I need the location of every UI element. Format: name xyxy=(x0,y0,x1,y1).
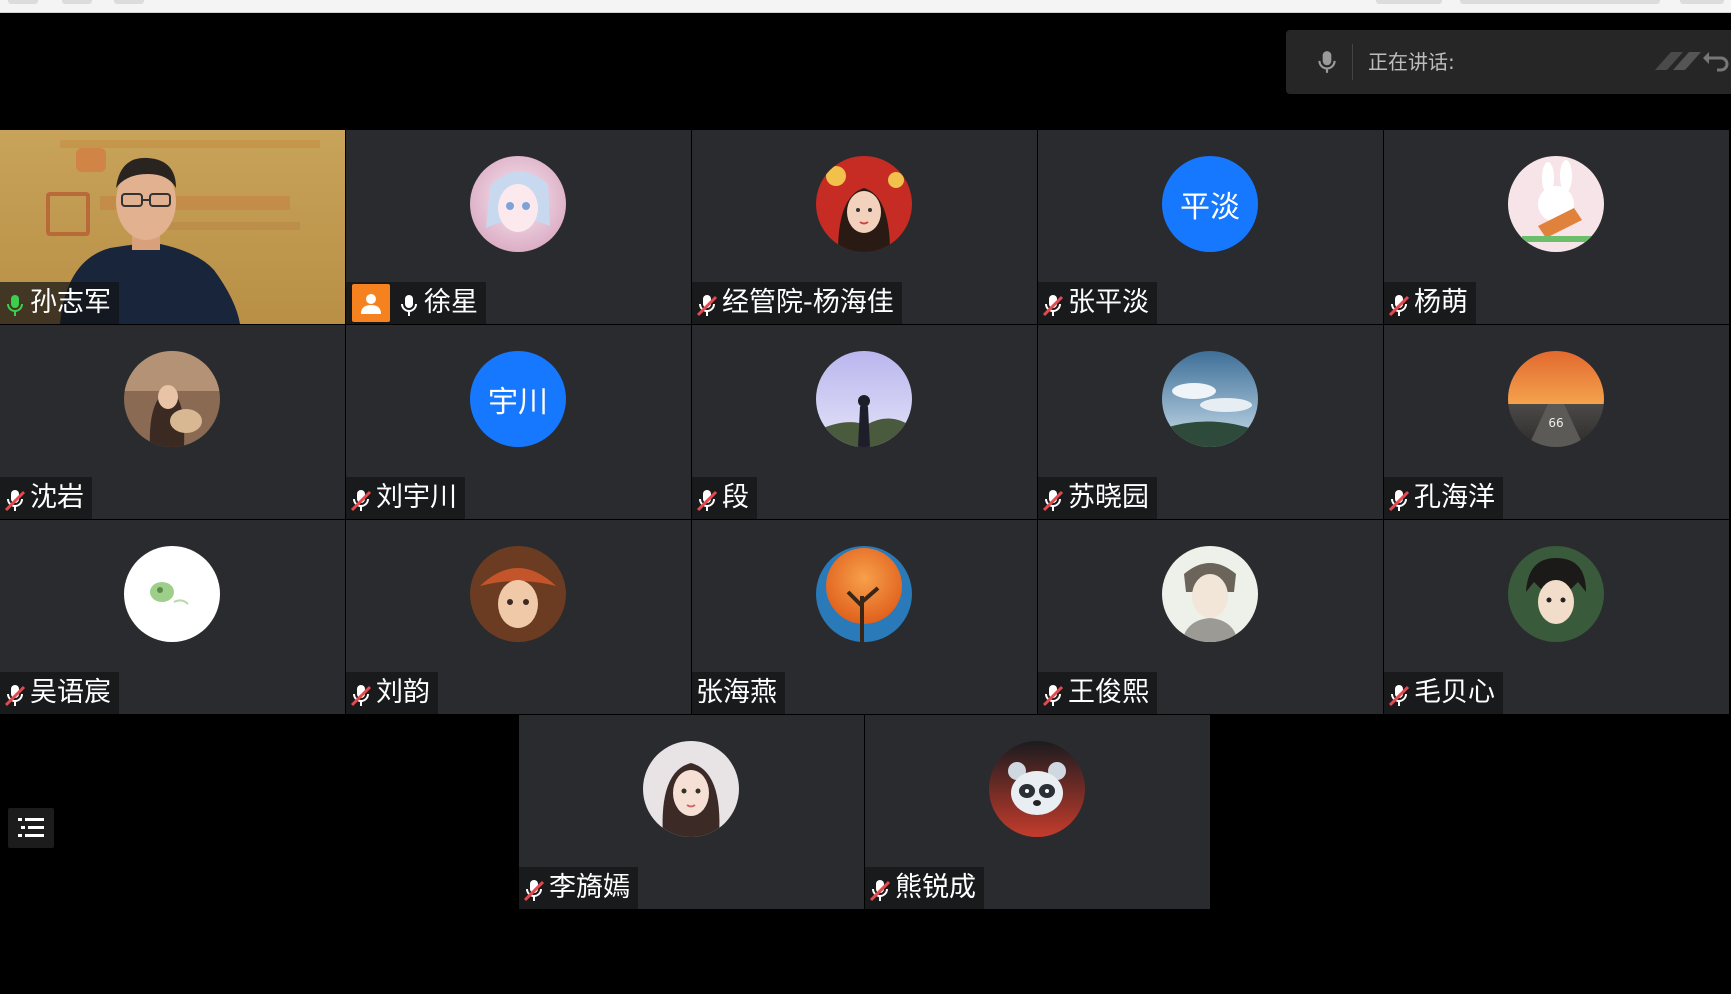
avatar xyxy=(1508,156,1604,252)
participant-name-tag: 段 xyxy=(692,477,757,519)
presenter-video-tile[interactable]: 孙志军 xyxy=(0,130,345,324)
participant-name: 刘宇川 xyxy=(376,482,457,513)
mic-muted-icon xyxy=(696,290,718,317)
avatar xyxy=(643,741,739,837)
avatar xyxy=(124,351,220,447)
participant-name: 王俊熙 xyxy=(1068,677,1149,708)
participant-name-tag: 毛贝心 xyxy=(1384,672,1503,714)
arrow-icon xyxy=(1655,52,1729,72)
participant-tile[interactable]: 苏晓园 xyxy=(1038,325,1383,519)
avatar xyxy=(816,156,912,252)
microphone-icon xyxy=(1318,51,1336,73)
avatar xyxy=(1162,351,1258,447)
avatar xyxy=(470,156,566,252)
speaking-label: 正在讲话: xyxy=(1368,50,1455,74)
participant-name-tag: 沈岩 xyxy=(0,477,92,519)
avatar: 宇川 xyxy=(470,351,566,447)
participant-name-tag: 杨萌 xyxy=(1384,282,1476,324)
participant-name: 杨萌 xyxy=(1414,287,1468,318)
participant-name: 孔海洋 xyxy=(1414,482,1495,513)
participant-tile[interactable]: 熊锐成 xyxy=(865,715,1210,909)
participant-name-tag: 王俊熙 xyxy=(1038,672,1157,714)
participant-name: 苏晓园 xyxy=(1068,482,1149,513)
mic-muted-icon xyxy=(1042,680,1064,707)
participant-name-tag: 李旖嫣 xyxy=(519,867,638,909)
participant-name-tag: 吴语宸 xyxy=(0,672,119,714)
participant-name-tag: 熊锐成 xyxy=(865,867,984,909)
meeting-window: 正在讲话: 孙志军 徐星 经管院-杨海佳 平淡 张平淡 杨萌 沈岩 宇川 刘宇川… xyxy=(0,0,1731,994)
participant-tile[interactable]: 徐星 xyxy=(346,130,691,324)
list-icon xyxy=(18,818,44,837)
participant-name-tag: 张平淡 xyxy=(1038,282,1157,324)
divider xyxy=(1352,44,1353,80)
mic-muted-icon xyxy=(4,680,26,707)
participant-name: 熊锐成 xyxy=(895,872,976,903)
participant-name: 张海燕 xyxy=(696,677,777,708)
participant-name-tag: 经管院-杨海佳 xyxy=(692,282,902,324)
avatar: 平淡 xyxy=(1162,156,1258,252)
avatar xyxy=(816,351,912,447)
mic-muted-icon xyxy=(4,485,26,512)
avatar xyxy=(470,546,566,642)
mic-speaking-icon xyxy=(4,290,26,316)
participant-tile[interactable]: 毛贝心 xyxy=(1384,520,1729,714)
participant-name-tag: 苏晓园 xyxy=(1038,477,1157,519)
participant-tile[interactable]: 宇川 刘宇川 xyxy=(346,325,691,519)
avatar: 66 xyxy=(1508,351,1604,447)
avatar xyxy=(1162,546,1258,642)
avatar xyxy=(124,546,220,642)
mic-muted-icon xyxy=(696,485,718,512)
participant-name: 毛贝心 xyxy=(1414,677,1495,708)
participant-name-tag: 徐星 xyxy=(346,282,486,324)
participant-tile[interactable]: 李旖嫣 xyxy=(519,715,864,909)
participant-tile[interactable]: 平淡 张平淡 xyxy=(1038,130,1383,324)
svg-text:66: 66 xyxy=(1548,416,1563,430)
participant-name-tag: 孔海洋 xyxy=(1384,477,1503,519)
mic-muted-icon xyxy=(1388,680,1410,707)
participant-name: 吴语宸 xyxy=(30,677,111,708)
mic-muted-icon xyxy=(869,875,891,902)
window-top-bar xyxy=(0,0,1731,13)
host-icon xyxy=(352,284,390,322)
mic-muted-icon xyxy=(1042,290,1064,317)
participant-tile[interactable]: 段 xyxy=(692,325,1037,519)
participant-tile[interactable]: 刘韵 xyxy=(346,520,691,714)
participant-name: 徐星 xyxy=(424,287,478,318)
participant-tile[interactable]: 杨萌 xyxy=(1384,130,1729,324)
mic-muted-icon xyxy=(350,680,372,707)
microphone-icon xyxy=(398,290,420,316)
mic-muted-icon xyxy=(1388,290,1410,317)
participant-tile[interactable]: 王俊熙 xyxy=(1038,520,1383,714)
participant-name: 李旖嫣 xyxy=(549,872,630,903)
participant-name: 沈岩 xyxy=(30,482,84,513)
speaking-indicator: 正在讲话: xyxy=(1286,30,1731,94)
avatar xyxy=(989,741,1085,837)
participant-name: 张平淡 xyxy=(1068,287,1149,318)
participant-tile[interactable]: 66 孔海洋 xyxy=(1384,325,1729,519)
participant-tile[interactable]: 吴语宸 xyxy=(0,520,345,714)
participant-tile[interactable]: 沈岩 xyxy=(0,325,345,519)
participant-name-tag: 孙志军 xyxy=(0,282,119,324)
mic-muted-icon xyxy=(523,875,545,902)
avatar xyxy=(816,546,912,642)
avatar xyxy=(1508,546,1604,642)
participant-name: 孙志军 xyxy=(30,287,111,318)
participant-tile[interactable]: 经管院-杨海佳 xyxy=(692,130,1037,324)
participant-list-button[interactable] xyxy=(8,808,54,848)
participant-name: 段 xyxy=(722,482,749,513)
mic-muted-icon xyxy=(1388,485,1410,512)
mic-muted-icon xyxy=(1042,485,1064,512)
participant-name-tag: 刘韵 xyxy=(346,672,438,714)
participant-name: 经管院-杨海佳 xyxy=(722,287,894,318)
participant-name-tag: 张海燕 xyxy=(692,672,785,714)
participant-name: 刘韵 xyxy=(376,677,430,708)
participant-tile[interactable]: 张海燕 xyxy=(692,520,1037,714)
mic-muted-icon xyxy=(350,485,372,512)
participant-name-tag: 刘宇川 xyxy=(346,477,465,519)
